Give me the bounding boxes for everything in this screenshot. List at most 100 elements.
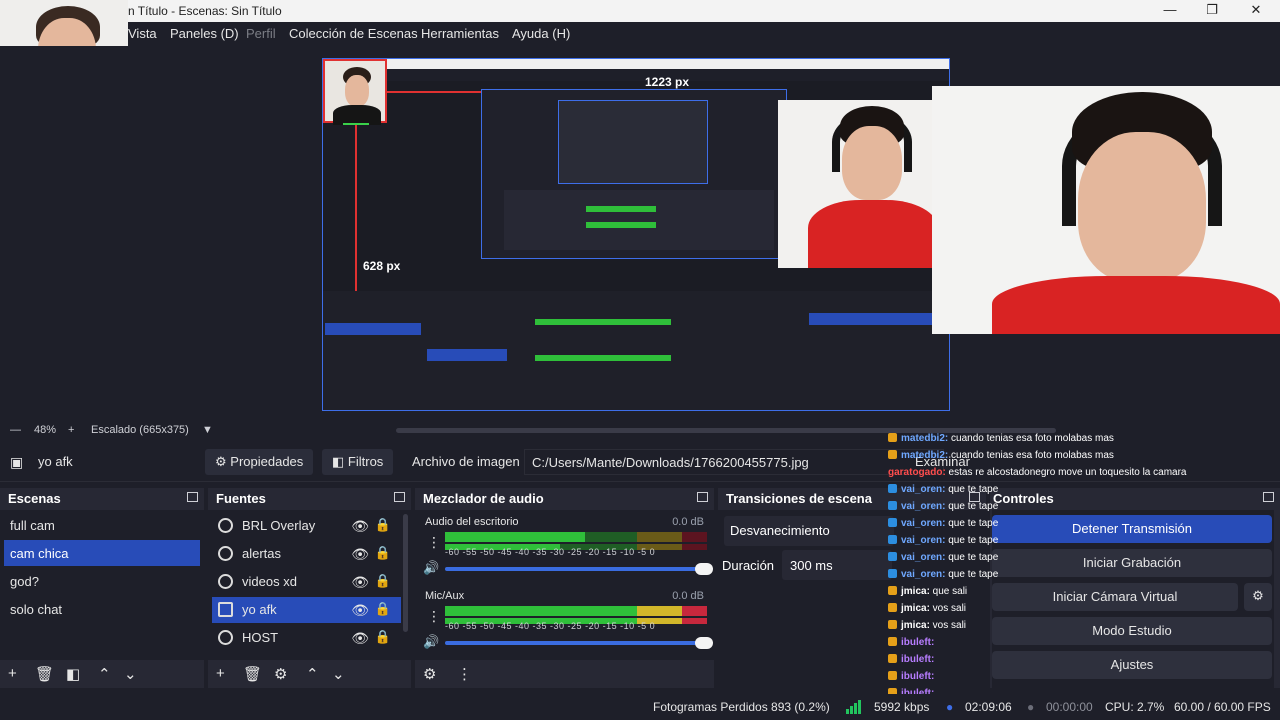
duration-spinbox[interactable]: 300 ms [782, 550, 892, 580]
chat-badge-icon [888, 433, 897, 442]
scene-item[interactable]: solo chat [4, 596, 200, 622]
zoom-in-button[interactable]: + [68, 424, 74, 436]
image-file-label: Archivo de imagen [412, 454, 520, 469]
trash-icon[interactable]: 🗑 [35, 665, 54, 683]
move-up-icon[interactable]: ⌃ [306, 665, 319, 683]
chat-username: jmica: [901, 620, 930, 631]
lock-icon[interactable]: 🔒 [375, 629, 391, 645]
rec-time: 00:00:00 [1046, 700, 1093, 714]
scene-item[interactable]: full cam [4, 512, 200, 538]
close-button[interactable]: ✕ [1234, 2, 1278, 20]
transitions-title: Transiciones de escena [726, 491, 872, 506]
chat-username: garatogado: [888, 467, 946, 478]
eye-icon[interactable]: 👁 [351, 602, 369, 619]
meter-ticks: -60 -55 -50 -45 -40 -35 -30 -25 -20 -15 … [445, 547, 656, 557]
channel-menu-icon[interactable]: ⋮ [427, 608, 441, 625]
chat-text: que te tape [945, 518, 999, 529]
scene-item[interactable]: god? [4, 568, 200, 594]
menu-paneles[interactable]: Paneles (D) [170, 26, 239, 41]
lock-icon[interactable]: 🔒 [375, 517, 391, 533]
advanced-audio-icon[interactable]: ⚙ [423, 665, 436, 683]
audio-mixer-dock: Mezclador de audio Audio del escritorio … [415, 488, 714, 688]
trash-icon[interactable]: 🗑 [243, 665, 262, 683]
menu-bar: Vista Paneles (D) Perfil Colección de Es… [0, 22, 1280, 46]
selected-source-name: yo afk [38, 454, 73, 469]
window-title: n Título - Escenas: Sin Título [128, 4, 282, 18]
mixer-menu-icon[interactable]: ⋮ [457, 665, 472, 683]
speaker-icon[interactable]: 🔊 [423, 560, 439, 576]
dock-float-icon[interactable] [697, 492, 708, 502]
add-icon[interactable]: + [8, 665, 17, 682]
source-label: yo afk [242, 602, 277, 617]
chat-badge-icon [888, 620, 897, 629]
filters-button[interactable]: ◧ Filtros [322, 449, 394, 475]
channel-db: 0.0 dB [672, 590, 704, 602]
speaker-icon[interactable]: 🔊 [423, 634, 439, 650]
properties-label: Propiedades [230, 454, 304, 469]
eye-icon[interactable]: 👁 [351, 518, 369, 535]
chat-message: matedbi2: cuando tenias esa foto molabas… [888, 430, 1280, 447]
volume-slider[interactable] [445, 637, 713, 649]
menu-vista[interactable]: Vista [128, 26, 157, 41]
preview-area[interactable]: 1223 px 628 px [0, 46, 1280, 420]
dock-float-icon[interactable] [394, 492, 405, 502]
image-path-field[interactable]: C:/Users/Mante/Downloads/1766200455775.j… [524, 449, 944, 475]
move-down-icon[interactable]: ⌄ [124, 665, 137, 683]
filter-icon: ◧ [332, 454, 345, 469]
menu-herramientas[interactable]: Herramientas [421, 26, 499, 41]
sources-scrollbar[interactable] [403, 514, 408, 632]
source-item[interactable]: alertas 👁 🔒 [212, 541, 401, 567]
properties-button[interactable]: ⚙ Propiedades [205, 449, 314, 475]
chat-text: cuando tenias esa foto molabas mas [948, 433, 1114, 444]
zoom-dropdown[interactable]: ▼ [202, 424, 213, 436]
chat-message: ibuleft: [888, 651, 1280, 668]
channel-meter [445, 532, 707, 542]
gear-icon[interactable]: ⚙ [274, 665, 287, 683]
chat-badge-icon [888, 518, 897, 527]
filter-icon[interactable]: ◧ [66, 665, 80, 683]
source-item[interactable]: yo afk 👁 🔒 [212, 597, 401, 623]
volume-slider[interactable] [445, 563, 713, 575]
zoom-out-button[interactable]: — [10, 424, 21, 436]
menu-coleccion-escenas[interactable]: Colección de Escenas [289, 26, 418, 41]
transition-select[interactable]: Desvanecimiento [724, 516, 894, 546]
add-icon[interactable]: + [216, 665, 225, 682]
source-item[interactable]: HOST 👁 🔒 [212, 625, 401, 651]
chat-username: vai_oren: [901, 484, 946, 495]
menu-perfil[interactable]: Perfil [246, 26, 276, 41]
channel-name: Audio del escritorio [425, 516, 519, 528]
image-source-icon [218, 602, 233, 617]
lock-icon[interactable]: 🔒 [375, 601, 391, 617]
scene-item[interactable]: cam chica [4, 540, 200, 566]
eye-icon[interactable]: 👁 [351, 546, 369, 563]
mixer-title: Mezclador de audio [423, 491, 544, 506]
chat-message: vai_oren: que te tape [888, 481, 1280, 498]
chat-message: jmica: que sali [888, 583, 1280, 600]
move-down-icon[interactable]: ⌄ [332, 665, 345, 683]
chat-username: jmica: [901, 603, 930, 614]
maximize-button[interactable]: ❐ [1190, 2, 1234, 20]
eye-icon[interactable]: 👁 [351, 574, 369, 591]
image-path-value: C:/Users/Mante/Downloads/1766200455775.j… [532, 455, 809, 470]
lock-icon[interactable]: 🔒 [375, 545, 391, 561]
browser-source-icon [218, 630, 233, 645]
sources-footer: + 🗑 ⚙ ⌃ ⌄ [208, 660, 411, 688]
transition-type: Desvanecimiento [730, 523, 830, 538]
lock-icon[interactable]: 🔒 [375, 573, 391, 589]
chat-text: que te tape [945, 552, 999, 563]
minimize-button[interactable]: — [1148, 2, 1192, 20]
chat-username: matedbi2: [901, 433, 949, 444]
channel-menu-icon[interactable]: ⋮ [427, 534, 441, 551]
menu-ayuda[interactable]: Ayuda (H) [512, 26, 570, 41]
move-up-icon[interactable]: ⌃ [98, 665, 111, 683]
source-item[interactable]: BRL Overlay 👁 🔒 [212, 513, 401, 539]
chat-text: que te tape [945, 484, 999, 495]
dock-float-icon[interactable] [187, 492, 198, 502]
source-item[interactable]: videos xd 👁 🔒 [212, 569, 401, 595]
chat-message: garatogado: estas re alcostadonegro move… [888, 464, 1280, 481]
chat-username: vai_oren: [901, 552, 946, 563]
sources-dock: Fuentes BRL Overlay 👁 🔒 alertas 👁 🔒 vide… [208, 488, 411, 688]
chat-message: ibuleft: [888, 634, 1280, 651]
eye-icon[interactable]: 👁 [351, 630, 369, 647]
filters-label: Filtros [347, 454, 384, 469]
